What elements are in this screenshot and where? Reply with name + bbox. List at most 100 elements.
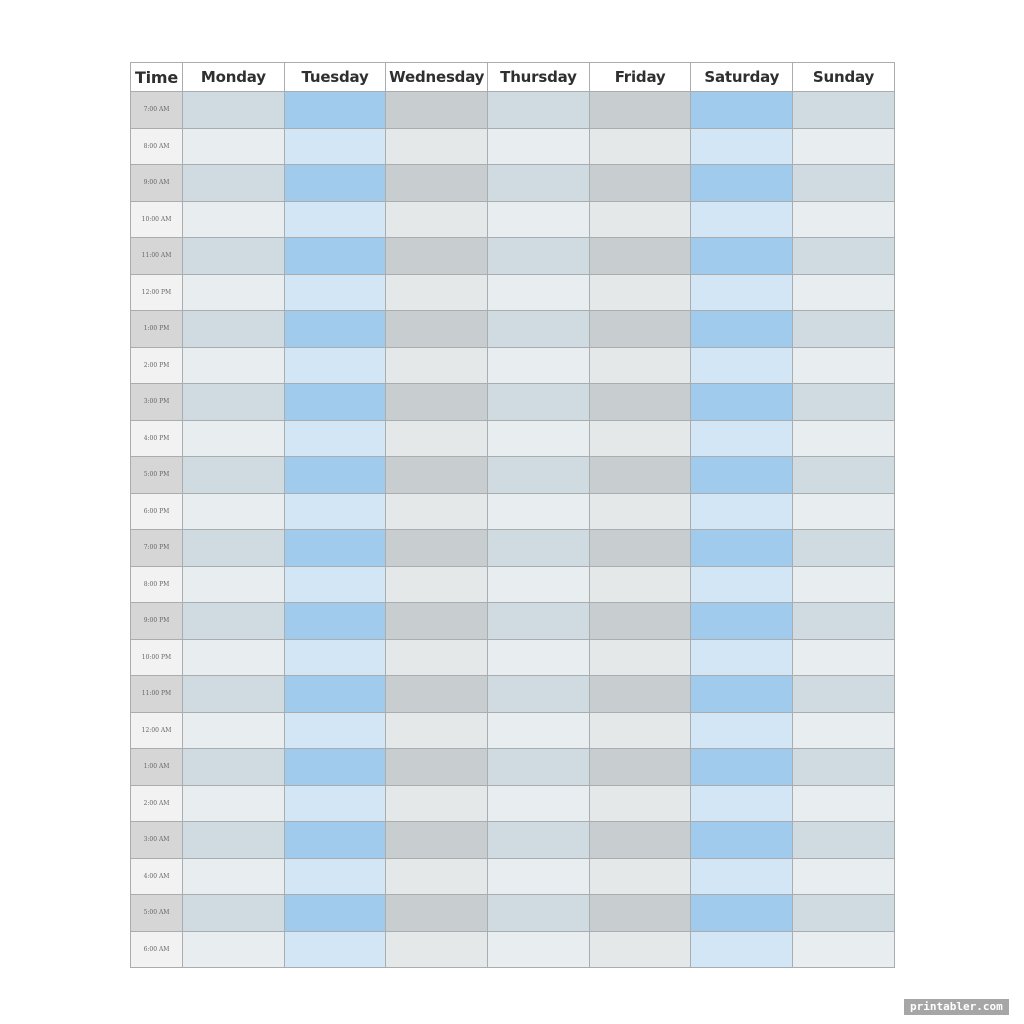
schedule-cell-sunday[interactable] [792, 894, 895, 932]
schedule-cell-friday[interactable] [588, 237, 692, 275]
schedule-cell-friday[interactable] [588, 200, 692, 238]
schedule-cell-wednesday[interactable] [385, 237, 489, 275]
schedule-cell-monday[interactable] [182, 383, 285, 421]
schedule-cell-monday[interactable] [182, 419, 285, 457]
schedule-cell-friday[interactable] [588, 91, 692, 129]
schedule-cell-sunday[interactable] [792, 237, 895, 275]
schedule-cell-wednesday[interactable] [385, 930, 489, 968]
schedule-cell-saturday[interactable] [690, 602, 794, 640]
schedule-cell-sunday[interactable] [792, 602, 895, 640]
schedule-cell-friday[interactable] [588, 310, 692, 348]
schedule-cell-friday[interactable] [588, 346, 692, 384]
schedule-cell-wednesday[interactable] [385, 675, 489, 713]
schedule-cell-saturday[interactable] [690, 894, 794, 932]
schedule-cell-thursday[interactable] [487, 821, 590, 859]
schedule-cell-friday[interactable] [588, 930, 692, 968]
schedule-cell-tuesday[interactable] [283, 346, 387, 384]
schedule-cell-monday[interactable] [182, 930, 285, 968]
schedule-cell-sunday[interactable] [792, 784, 895, 822]
schedule-cell-sunday[interactable] [792, 529, 895, 567]
schedule-cell-monday[interactable] [182, 200, 285, 238]
schedule-cell-thursday[interactable] [487, 784, 590, 822]
schedule-cell-thursday[interactable] [487, 383, 590, 421]
schedule-cell-wednesday[interactable] [385, 310, 489, 348]
schedule-cell-thursday[interactable] [487, 675, 590, 713]
schedule-cell-saturday[interactable] [690, 930, 794, 968]
schedule-cell-wednesday[interactable] [385, 784, 489, 822]
schedule-cell-saturday[interactable] [690, 273, 794, 311]
schedule-cell-monday[interactable] [182, 310, 285, 348]
schedule-cell-monday[interactable] [182, 894, 285, 932]
schedule-cell-friday[interactable] [588, 821, 692, 859]
schedule-cell-sunday[interactable] [792, 200, 895, 238]
schedule-cell-sunday[interactable] [792, 383, 895, 421]
schedule-cell-monday[interactable] [182, 456, 285, 494]
schedule-cell-thursday[interactable] [487, 602, 590, 640]
schedule-cell-wednesday[interactable] [385, 164, 489, 202]
schedule-cell-wednesday[interactable] [385, 565, 489, 603]
schedule-cell-thursday[interactable] [487, 237, 590, 275]
schedule-cell-thursday[interactable] [487, 565, 590, 603]
schedule-cell-tuesday[interactable] [283, 383, 387, 421]
schedule-cell-wednesday[interactable] [385, 638, 489, 676]
schedule-cell-wednesday[interactable] [385, 273, 489, 311]
schedule-cell-tuesday[interactable] [283, 200, 387, 238]
schedule-cell-thursday[interactable] [487, 456, 590, 494]
schedule-cell-thursday[interactable] [487, 711, 590, 749]
schedule-cell-sunday[interactable] [792, 675, 895, 713]
schedule-cell-friday[interactable] [588, 383, 692, 421]
schedule-cell-monday[interactable] [182, 346, 285, 384]
schedule-cell-tuesday[interactable] [283, 675, 387, 713]
schedule-cell-saturday[interactable] [690, 748, 794, 786]
schedule-cell-wednesday[interactable] [385, 456, 489, 494]
schedule-cell-tuesday[interactable] [283, 492, 387, 530]
schedule-cell-friday[interactable] [588, 164, 692, 202]
schedule-cell-wednesday[interactable] [385, 383, 489, 421]
schedule-cell-friday[interactable] [588, 748, 692, 786]
schedule-cell-thursday[interactable] [487, 638, 590, 676]
schedule-cell-monday[interactable] [182, 602, 285, 640]
schedule-cell-saturday[interactable] [690, 857, 794, 895]
schedule-cell-monday[interactable] [182, 784, 285, 822]
schedule-cell-thursday[interactable] [487, 200, 590, 238]
schedule-cell-monday[interactable] [182, 127, 285, 165]
schedule-cell-sunday[interactable] [792, 711, 895, 749]
schedule-cell-thursday[interactable] [487, 346, 590, 384]
schedule-cell-friday[interactable] [588, 565, 692, 603]
schedule-cell-saturday[interactable] [690, 456, 794, 494]
schedule-cell-saturday[interactable] [690, 127, 794, 165]
schedule-cell-thursday[interactable] [487, 930, 590, 968]
schedule-cell-sunday[interactable] [792, 273, 895, 311]
schedule-cell-monday[interactable] [182, 711, 285, 749]
schedule-cell-friday[interactable] [588, 492, 692, 530]
schedule-cell-sunday[interactable] [792, 419, 895, 457]
schedule-cell-saturday[interactable] [690, 237, 794, 275]
schedule-cell-tuesday[interactable] [283, 164, 387, 202]
schedule-cell-sunday[interactable] [792, 164, 895, 202]
schedule-cell-monday[interactable] [182, 638, 285, 676]
schedule-cell-friday[interactable] [588, 857, 692, 895]
schedule-cell-saturday[interactable] [690, 310, 794, 348]
schedule-cell-saturday[interactable] [690, 346, 794, 384]
schedule-cell-monday[interactable] [182, 273, 285, 311]
schedule-cell-wednesday[interactable] [385, 127, 489, 165]
schedule-cell-sunday[interactable] [792, 456, 895, 494]
schedule-cell-wednesday[interactable] [385, 346, 489, 384]
schedule-cell-monday[interactable] [182, 675, 285, 713]
schedule-cell-tuesday[interactable] [283, 127, 387, 165]
schedule-cell-sunday[interactable] [792, 310, 895, 348]
schedule-cell-tuesday[interactable] [283, 857, 387, 895]
schedule-cell-friday[interactable] [588, 638, 692, 676]
schedule-cell-thursday[interactable] [487, 273, 590, 311]
schedule-cell-friday[interactable] [588, 784, 692, 822]
schedule-cell-tuesday[interactable] [283, 784, 387, 822]
schedule-cell-thursday[interactable] [487, 164, 590, 202]
schedule-cell-friday[interactable] [588, 127, 692, 165]
schedule-cell-saturday[interactable] [690, 529, 794, 567]
schedule-cell-friday[interactable] [588, 675, 692, 713]
schedule-cell-tuesday[interactable] [283, 748, 387, 786]
schedule-cell-thursday[interactable] [487, 310, 590, 348]
schedule-cell-monday[interactable] [182, 857, 285, 895]
schedule-cell-sunday[interactable] [792, 91, 895, 129]
schedule-cell-tuesday[interactable] [283, 419, 387, 457]
